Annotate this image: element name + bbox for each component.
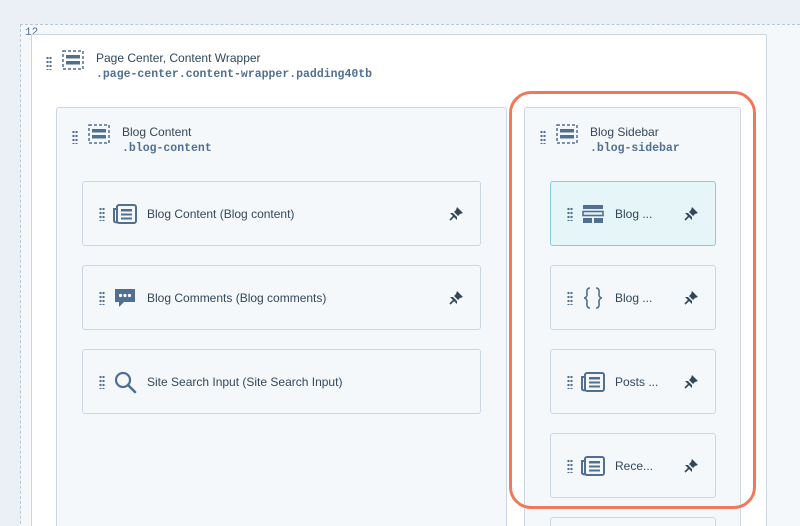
section-icon — [62, 50, 84, 70]
module-blog-comments[interactable]: Blog Comments (Blog comments) — [82, 265, 481, 330]
drag-handle-icon[interactable] — [99, 374, 105, 389]
module-label: Site Search Input (Site Search Input) — [147, 374, 343, 389]
unpin-icon[interactable] — [448, 206, 464, 222]
highlight-annotation — [509, 91, 756, 509]
module-blog-content[interactable]: Blog Content (Blog content) — [82, 181, 481, 246]
wrapper-class-name: .page-center.content-wrapper.padding40tb — [96, 68, 373, 81]
section-icon — [88, 124, 110, 144]
comment-bubble-icon — [113, 286, 137, 310]
module-partial[interactable] — [550, 517, 716, 526]
module-site-search-input[interactable]: Site Search Input (Site Search Input) — [82, 349, 481, 414]
newspaper-icon — [113, 202, 137, 226]
wrapper-title: Page Center, Content Wrapper — [96, 51, 261, 65]
drag-handle-icon[interactable] — [72, 130, 78, 144]
blog-content-header: Blog Content .blog-content — [72, 124, 212, 158]
blog-content-title: Blog Content — [122, 125, 192, 139]
search-icon — [113, 370, 137, 394]
drag-handle-icon[interactable] — [99, 206, 105, 221]
blog-content-class-name: .blog-content — [122, 142, 212, 155]
drag-handle-icon[interactable] — [99, 290, 105, 305]
drag-handle-icon[interactable] — [46, 56, 52, 70]
module-label: Blog Content (Blog content) — [147, 206, 295, 221]
module-label: Blog Comments (Blog comments) — [147, 290, 327, 305]
unpin-icon[interactable] — [448, 290, 464, 306]
wrapper-header: Page Center, Content Wrapper .page-cente… — [46, 50, 372, 84]
